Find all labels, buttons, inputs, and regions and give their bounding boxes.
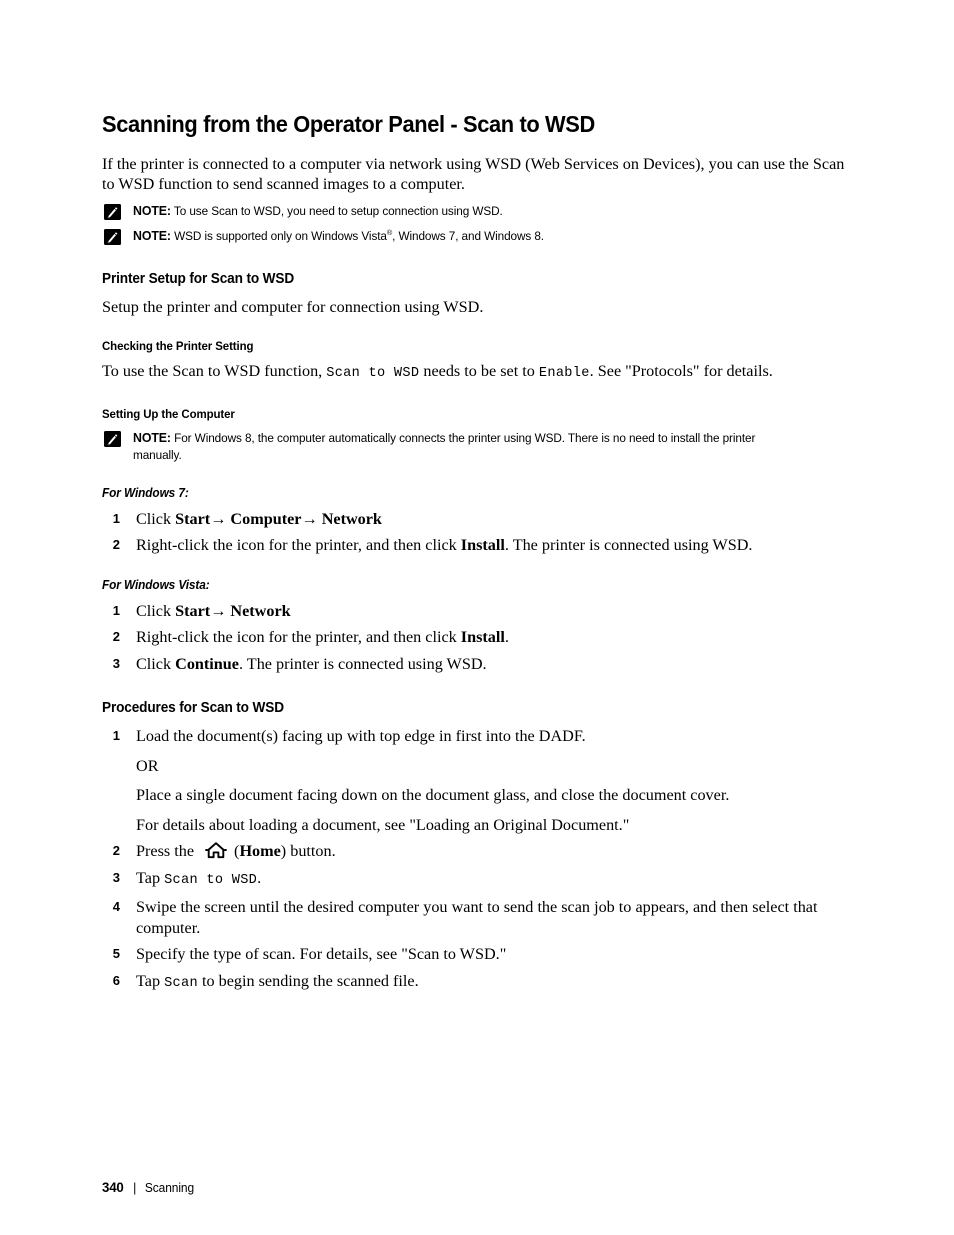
note-text-2: NOTE: WSD is supported only on Windows V…	[133, 227, 544, 245]
note-body-2-post: , Windows 7, and Windows 8.	[392, 228, 544, 243]
step-number: 5	[112, 946, 120, 962]
step-line-2: OR	[136, 756, 159, 775]
page-content: Scanning from the Operator Panel - Scan …	[102, 111, 848, 1000]
step-number: 4	[112, 899, 120, 915]
steps-windows-vista: 1 Click Start→ Network 2 Right-click the i…	[102, 601, 848, 675]
step-arrow-1: →	[210, 509, 227, 528]
step-bold-install: Install	[460, 628, 505, 647]
step-text-2: to begin sending the scanned file.	[197, 971, 419, 990]
step-bold-home: Home	[239, 842, 281, 861]
printer-setup-body: Setup the printer and computer for conne…	[102, 297, 484, 316]
step-bold-network: Network	[226, 601, 291, 620]
document-page: Scanning from the Operator Panel - Scan …	[0, 0, 954, 1235]
footer-chapter-name: Scanning	[144, 1181, 195, 1195]
step-item: 2 Right-click the icon for the printer, a…	[102, 535, 848, 556]
step-item: 1 Click Start→ Computer→ Network	[102, 509, 848, 530]
step-item: 3 Tap Scan to WSD.	[102, 868, 848, 892]
code-scan: Scan	[164, 975, 198, 991]
step-text-1: Specify the type of scan. For details, s…	[136, 945, 507, 964]
heading-for-windows-vista: For Windows Vista:	[102, 577, 210, 592]
note-pencil-icon	[104, 203, 121, 220]
note-pencil-icon	[104, 430, 121, 447]
step-text-2: . The printer is connected using WSD.	[239, 654, 487, 673]
step-text-1: Tap	[136, 868, 165, 887]
code-scan-to-wsd: Scan to WSD	[164, 872, 258, 888]
note-pencil-icon	[104, 228, 121, 245]
page-footer: 340 | Scanning	[102, 1179, 194, 1195]
step-item: 4 Swipe the screen until the desired comp…	[102, 897, 848, 938]
step-bold-start: Start	[175, 601, 211, 620]
step-bold-start: Start	[175, 509, 211, 528]
step-line-1: Load the document(s) facing up with top …	[136, 727, 586, 746]
step-text-1: Tap	[136, 971, 165, 990]
step-line-4: For details about loading a document, se…	[136, 815, 630, 834]
steps-windows-7: 1 Click Start→ Computer→ Network 2 Right-c…	[102, 509, 848, 556]
heading-procedures: Procedures for Scan to WSD	[102, 700, 284, 717]
step-bold-continue: Continue	[175, 654, 239, 673]
checking-text-2: needs to be set to	[419, 362, 539, 381]
intro-paragraph: If the printer is connected to a compute…	[102, 154, 845, 194]
note-text-1: NOTE: To use Scan to WSD, you need to se…	[133, 202, 503, 220]
note-block-3: NOTE: For Windows 8, the computer automa…	[102, 429, 848, 464]
step-text-2: .	[504, 628, 509, 647]
step-text-1: Right-click the icon for the printer, an…	[136, 628, 461, 647]
step-number: 6	[112, 972, 120, 988]
footer-separator: |	[133, 1180, 137, 1195]
step-text-1: Swipe the screen until the desired compu…	[136, 898, 818, 937]
step-text-2: .	[257, 868, 262, 887]
checking-setting-body: To use the Scan to WSD function, Scan to…	[102, 361, 848, 385]
footer-page-number: 340	[102, 1179, 124, 1195]
code-enable: Enable	[538, 366, 590, 382]
step-bold-network: Network	[317, 509, 382, 528]
note-body-2-pre: WSD is supported only on Windows Vista	[174, 228, 387, 243]
step-line-3: Place a single document facing down on t…	[136, 786, 730, 805]
step-number: 3	[112, 655, 120, 671]
step-number: 1	[112, 728, 120, 744]
checking-text-3: . See "Protocols" for details.	[589, 362, 773, 381]
checking-text-1: To use the Scan to WSD function,	[102, 362, 327, 381]
step-item: 2 Press the (Home) button.	[102, 841, 848, 862]
step-bold-install: Install	[460, 536, 505, 555]
home-icon	[205, 842, 227, 859]
step-number: 1	[112, 602, 120, 618]
step-item: 5 Specify the type of scan. For details, …	[102, 944, 848, 965]
heading-checking-printer-setting: Checking the Printer Setting	[102, 339, 254, 354]
step-text-1: Click	[136, 601, 176, 620]
step-item: 3 Click Continue. The printer is connecte…	[102, 654, 848, 675]
step-text-3: ) button.	[280, 842, 336, 861]
step-item: 6 Tap Scan to begin sending the scanned f…	[102, 971, 848, 995]
heading-setting-up-computer: Setting Up the Computer	[102, 406, 235, 421]
step-number: 3	[112, 869, 120, 885]
note-body-3: For Windows 8, the computer automaticall…	[133, 430, 756, 462]
note-text-3: NOTE: For Windows 8, the computer automa…	[133, 429, 798, 464]
note-block-2: NOTE: WSD is supported only on Windows V…	[102, 227, 848, 245]
steps-procedures: 1 Load the document(s) facing up with top…	[102, 726, 848, 994]
step-item: 1 Load the document(s) facing up with top…	[102, 726, 848, 835]
step-item: 2 Right-click the icon for the printer, a…	[102, 627, 848, 648]
code-scan-to-wsd: Scan to WSD	[326, 366, 420, 382]
step-bold-computer: Computer	[226, 509, 302, 528]
step-text-1: Click	[136, 654, 176, 673]
note-block-1: NOTE: To use Scan to WSD, you need to se…	[102, 202, 848, 220]
page-title: Scanning from the Operator Panel - Scan …	[102, 111, 595, 137]
step-item: 1 Click Start→ Network	[102, 601, 848, 622]
step-number: 2	[112, 843, 120, 859]
step-arrow-1: →	[210, 601, 227, 620]
step-text-1: Click	[136, 509, 176, 528]
step-text-2: . The printer is connected using WSD.	[504, 536, 753, 555]
note-label: NOTE:	[133, 202, 171, 218]
note-label: NOTE:	[133, 429, 171, 445]
step-text-1: Press the	[136, 842, 199, 861]
note-body-1: To use Scan to WSD, you need to setup co…	[173, 203, 503, 218]
heading-printer-setup: Printer Setup for Scan to WSD	[102, 270, 295, 287]
step-text-1: Right-click the icon for the printer, an…	[136, 536, 461, 555]
heading-for-windows-7: For Windows 7:	[102, 485, 189, 500]
note-label: NOTE:	[133, 227, 171, 243]
step-number: 1	[112, 510, 120, 526]
step-number: 2	[112, 537, 120, 553]
step-arrow-2: →	[301, 509, 318, 528]
step-number: 2	[112, 629, 120, 645]
